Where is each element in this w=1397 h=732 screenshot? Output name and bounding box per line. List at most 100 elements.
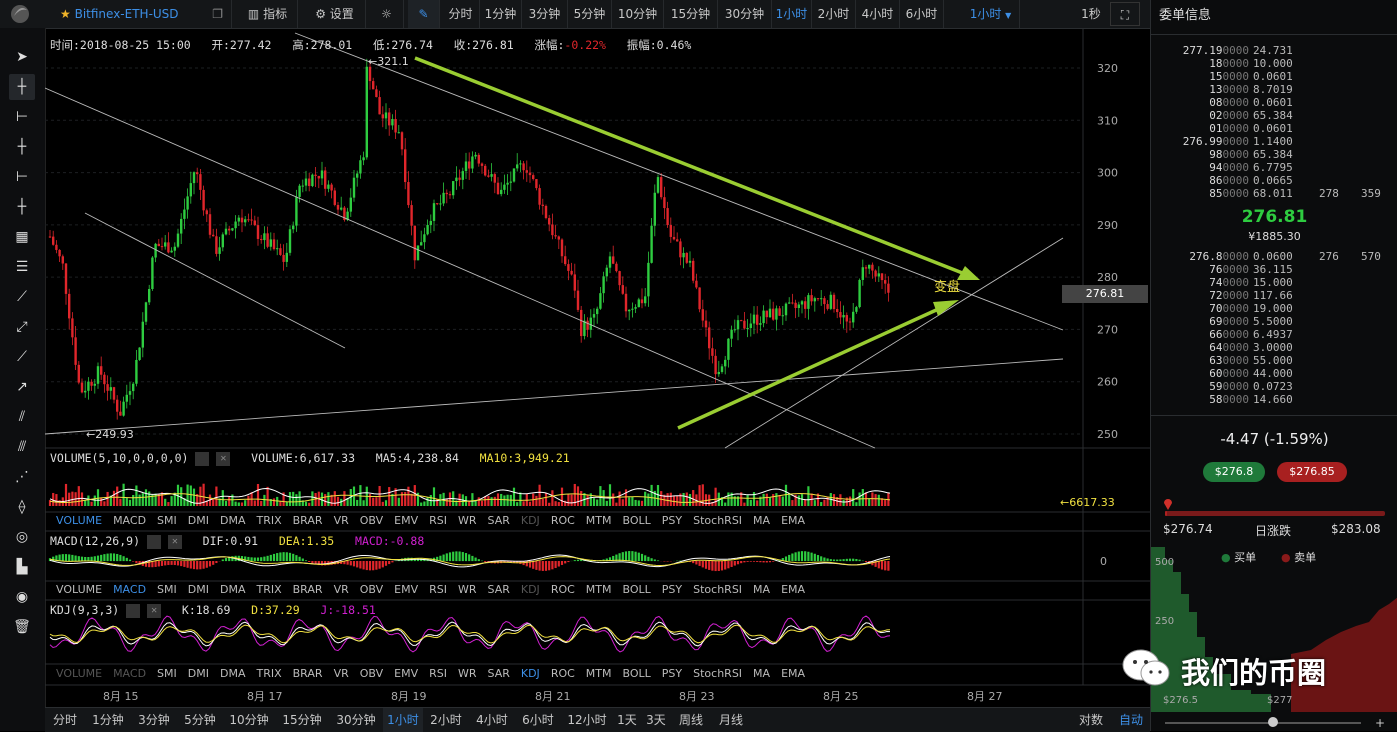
ask-row[interactable]: 02000065.384 [1161,109,1391,122]
theme-toggle-button[interactable]: ☼ [370,0,404,28]
bid-row[interactable]: 6900005.5000 [1161,315,1391,328]
parallel-lines-icon[interactable]: ☰ [9,254,35,280]
indicator-tab-vr[interactable]: VR [334,583,349,596]
indicator-tab-kdj[interactable]: KDJ [521,667,540,680]
bid-row[interactable]: 6600006.4937 [1161,328,1391,341]
indicators-button[interactable]: ▥ 指标 [238,0,298,28]
indicator-tab-trix[interactable]: TRIX [256,514,281,527]
interval-tab[interactable]: 2小时 [812,0,856,28]
refresh-rate[interactable]: 1秒 [1075,0,1107,28]
bid-row[interactable]: 6400003.0000 [1161,341,1391,354]
indicator-tab-dmi[interactable]: DMI [188,667,209,680]
bottom-interval-tab[interactable]: 3分钟 [131,708,177,732]
measure-icon[interactable]: ▙ [9,554,35,580]
indicator-tab-emv[interactable]: EMV [394,514,418,527]
indicator-tab-vr[interactable]: VR [334,514,349,527]
vertical-line-icon[interactable]: ┼ [9,194,35,220]
indicator-close-icon[interactable]: ✕ [216,452,230,466]
bottom-interval-tab[interactable]: 1分钟 [85,708,131,732]
indicator-tab-boll[interactable]: BOLL [623,583,651,596]
indicator-tab-volume[interactable]: VOLUME [56,667,102,680]
star-icon[interactable]: ★ [60,7,71,21]
interval-tab[interactable]: 4小时 [856,0,900,28]
bottom-interval-tab[interactable]: 周线 [671,708,711,732]
bid-row[interactable]: 63000055.000 [1161,354,1391,367]
indicator-tab-kdj[interactable]: KDJ [521,514,540,527]
indicator-tab-brar[interactable]: BRAR [293,667,323,680]
bid-row[interactable]: 74000015.000 [1161,276,1391,289]
trash-icon[interactable]: 🗑 [9,614,35,640]
interval-tab[interactable]: 5分钟 [568,0,612,28]
indicator-tab-obv[interactable]: OBV [360,514,383,527]
fib-fan-icon[interactable]: ⋰ [9,464,35,490]
indicator-tab-ema[interactable]: EMA [781,667,805,680]
indicator-tab-dmi[interactable]: DMI [188,514,209,527]
bid-row[interactable]: 58000014.660 [1161,393,1391,406]
indicator-tab-smi[interactable]: SMI [157,514,177,527]
interval-tab[interactable]: 1分钟 [480,0,522,28]
bid-row[interactable]: 720000117.66 [1161,289,1391,302]
indicator-tab-wr[interactable]: WR [458,667,477,680]
indicator-tab-kdj[interactable]: KDJ [521,583,540,596]
interval-tab[interactable]: 3分钟 [522,0,568,28]
ray-line-icon[interactable]: ⤢ [9,314,35,340]
crosshair-icon[interactable]: ┼ [9,74,35,100]
ask-row[interactable]: 1500000.0601 [1161,70,1391,83]
fullscreen-button[interactable]: ⛶ [1110,2,1140,26]
indicator-tab-smi[interactable]: SMI [157,583,177,596]
log-scale-toggle[interactable]: 对数 [1073,708,1109,732]
indicator-settings-icon[interactable] [126,604,140,618]
popout-icon[interactable]: ❐ [212,0,223,28]
ask-row[interactable]: 1300008.7019 [1161,83,1391,96]
bottom-interval-tab[interactable]: 分时 [45,708,85,732]
bottom-interval-tab[interactable]: 6小时 [515,708,561,732]
indicator-tab-mtm[interactable]: MTM [586,667,612,680]
horizontal-ray-icon[interactable]: ⊢ [9,164,35,190]
bottom-interval-tab[interactable]: 5分钟 [177,708,223,732]
indicator-tab-volume[interactable]: VOLUME [56,583,102,596]
interval-tab[interactable]: 1小时 [772,0,812,28]
segment-icon[interactable]: ⊢ [9,104,35,130]
spiral-icon[interactable]: ◎ [9,524,35,550]
horizontal-line-icon[interactable]: ┼ [9,134,35,160]
indicator-tab-mtm[interactable]: MTM [586,583,612,596]
ask-row[interactable]: 8600000.0665 [1161,174,1391,187]
bid-row[interactable]: 60000044.000 [1161,367,1391,380]
indicator-tab-macd[interactable]: MACD [113,583,146,596]
ask-row[interactable]: 276.9900001.1400 [1161,135,1391,148]
indicator-tab-obv[interactable]: OBV [360,583,383,596]
indicator-tab-ema[interactable]: EMA [781,583,805,596]
auto-scale-toggle[interactable]: 自动 [1113,708,1149,732]
settings-button[interactable]: ⚙ 设置 [304,0,366,28]
ask-price-button[interactable]: $276.85 [1277,462,1347,482]
indicator-tab-sar[interactable]: SAR [488,514,510,527]
zoom-in-icon[interactable]: + [1375,716,1385,730]
ask-row[interactable]: 0100000.0601 [1161,122,1391,135]
bottom-interval-tab[interactable]: 1小时 [383,708,423,732]
indicator-close-icon[interactable]: ✕ [147,604,161,618]
indicator-tab-rsi[interactable]: RSI [429,583,447,596]
bottom-interval-tab[interactable]: 月线 [711,708,751,732]
indicator-tab-stochrsi[interactable]: StochRSI [693,583,742,596]
bid-price-button[interactable]: $276.8 [1203,462,1265,482]
interval-tab[interactable]: 30分钟 [718,0,772,28]
bottom-interval-tab[interactable]: 30分钟 [329,708,383,732]
indicator-tab-ma[interactable]: MA [753,667,770,680]
cursor-icon[interactable]: ➤ [9,44,35,70]
indicator-tab-psy[interactable]: PSY [662,583,682,596]
indicator-tab-ma[interactable]: MA [753,583,770,596]
interval-tab[interactable]: 分时 [442,0,480,28]
draw-button[interactable]: ✎ [408,0,440,28]
price-line-icon[interactable]: ▦ [9,224,35,250]
indicator-tab-brar[interactable]: BRAR [293,514,323,527]
bid-row[interactable]: 276.800000.0600276570 [1161,250,1391,263]
indicator-tab-trix[interactable]: TRIX [256,583,281,596]
arrow-line-icon[interactable]: ↗ [9,374,35,400]
bottom-interval-tab[interactable]: 1天 [613,708,641,732]
indicator-settings-icon[interactable] [195,452,209,466]
bid-row[interactable]: 70000019.000 [1161,302,1391,315]
indicator-tab-boll[interactable]: BOLL [623,514,651,527]
indicator-tab-trix[interactable]: TRIX [256,667,281,680]
indicator-tab-vr[interactable]: VR [334,667,349,680]
bid-row[interactable]: 76000036.115 [1161,263,1391,276]
